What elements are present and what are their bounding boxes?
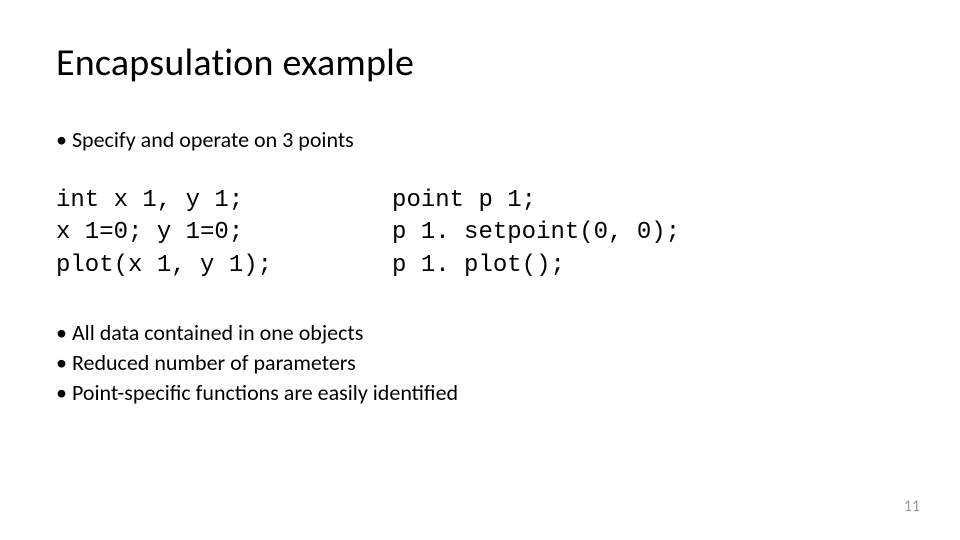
slide-title: Encapsulation example — [56, 40, 904, 86]
note-3: Point-specific functions are easily iden… — [56, 378, 904, 408]
notes-list: All data contained in one objects Reduce… — [56, 318, 904, 407]
slide: Encapsulation example Specify and operat… — [0, 0, 960, 540]
code-left: int x 1, y 1; x 1=0; y 1=0; plot(x 1, y … — [56, 185, 272, 282]
page-number: 11 — [904, 497, 920, 516]
code-columns: int x 1, y 1; x 1=0; y 1=0; plot(x 1, y … — [56, 185, 904, 282]
note-1: All data contained in one objects — [56, 318, 904, 348]
intro-bullet: Specify and operate on 3 points — [56, 126, 904, 153]
code-right: point p 1; p 1. setpoint(0, 0); p 1. plo… — [392, 185, 680, 282]
note-2: Reduced number of parameters — [56, 348, 904, 378]
